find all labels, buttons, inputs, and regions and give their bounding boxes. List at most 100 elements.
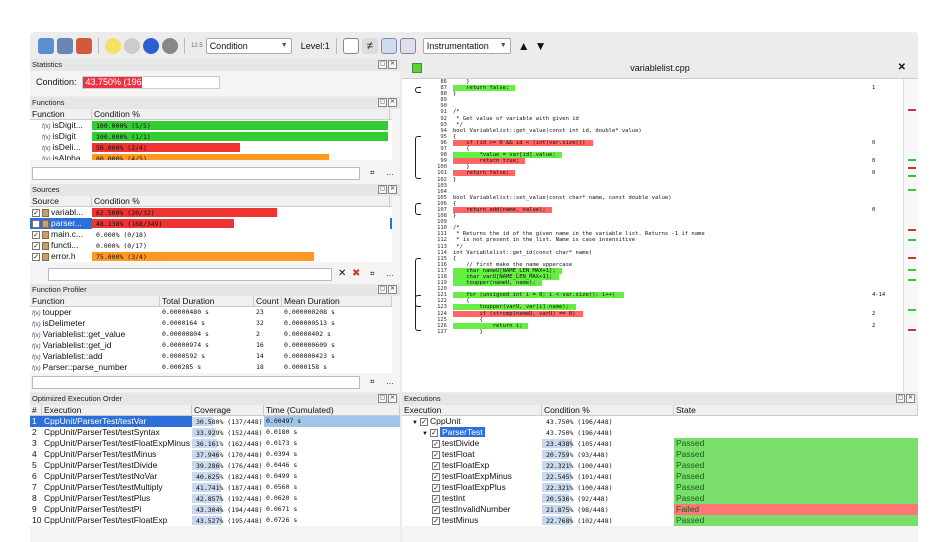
nok-icon[interactable] bbox=[162, 37, 178, 54]
fold-bracket[interactable] bbox=[415, 135, 421, 179]
function-column-header[interactable]: Function bbox=[30, 109, 92, 119]
no-comment-icon[interactable] bbox=[124, 37, 140, 54]
profiler-filter-input[interactable] bbox=[32, 376, 360, 389]
table-row[interactable]: 1 CppUnit/ParserTest/testVar 30.580% (137/… bbox=[30, 416, 400, 427]
tree-item[interactable]: ✓ testDivide 23.438% (105/448) Passed bbox=[402, 438, 918, 449]
checkbox[interactable]: ✓ bbox=[432, 461, 440, 470]
table-row[interactable]: f(x) Variablelist::get_id 0.00000974 s 16 0.… bbox=[30, 340, 392, 351]
chevron-down-icon[interactable]: ▼ bbox=[422, 431, 428, 437]
list-item[interactable]: ✓ parser... 48.138% (168/349) bbox=[30, 218, 392, 229]
compare-icon[interactable] bbox=[380, 37, 397, 54]
float-icon[interactable]: ▢ bbox=[378, 185, 387, 194]
total-duration-column-header[interactable]: Total Duration bbox=[160, 296, 254, 306]
checkbox[interactable]: ✓ bbox=[432, 516, 440, 525]
execution-column-header[interactable]: Execution bbox=[42, 405, 192, 415]
checkbox[interactable]: ✓ bbox=[419, 417, 428, 426]
code-view[interactable]: 86 } 87 return false; 1 88} 89 90 91/* 92 * Get… bbox=[413, 79, 903, 392]
source-column-header[interactable]: Source bbox=[30, 196, 92, 206]
checkbox[interactable]: ✓ bbox=[432, 483, 440, 492]
fold-bracket[interactable] bbox=[415, 87, 421, 94]
table-row[interactable]: 10 CppUnit/ParserTest/testFloatExp 43.527%… bbox=[30, 515, 400, 526]
count-column-header[interactable]: Count bbox=[254, 296, 282, 306]
mean-duration-column-header[interactable]: Mean Duration bbox=[282, 296, 392, 306]
float-icon[interactable]: ▢ bbox=[378, 394, 387, 403]
ok-icon[interactable] bbox=[143, 37, 159, 54]
checkbox[interactable]: ✓ bbox=[432, 450, 440, 459]
checkbox[interactable]: ✓ bbox=[32, 230, 40, 239]
table-row[interactable]: 8 CppUnit/ParserTest/testPlus 42.857% (192… bbox=[30, 493, 400, 504]
save-icon[interactable] bbox=[76, 37, 92, 54]
tree-item[interactable]: ✓ testFloatExpPlus 22.321% (100/448) Passed bbox=[402, 482, 918, 493]
chevron-down-icon[interactable]: ▼ bbox=[412, 420, 418, 426]
table-row[interactable]: 5 CppUnit/ParserTest/testDivide 39.286% (1… bbox=[30, 460, 400, 471]
list-item[interactable]: f(x) isAlpha 80.000% (4/5) bbox=[30, 153, 392, 160]
execution-column-header[interactable]: Execution bbox=[402, 405, 542, 415]
filter-icon[interactable]: ⌗ bbox=[370, 269, 375, 279]
table-row[interactable]: 3 CppUnit/ParserTest/testFloatExpMinus 36.… bbox=[30, 438, 400, 449]
checkbox[interactable]: ✓ bbox=[32, 219, 40, 228]
comment-icon[interactable] bbox=[105, 37, 121, 54]
checkbox[interactable]: ✓ bbox=[32, 208, 40, 217]
state-column-header[interactable]: State bbox=[674, 405, 918, 415]
list-item[interactable]: f(x) isDigit... 100.000% (5/5) bbox=[30, 120, 392, 131]
close-icon[interactable]: ✕ bbox=[898, 62, 906, 73]
tree-item[interactable]: ✓ testFloat 20.759% (93/448) Passed bbox=[402, 449, 918, 460]
tree-item[interactable]: ✓ testInvalidNumber 21.875% (98/448) Failed bbox=[402, 504, 918, 515]
tree-item[interactable]: ▼ ✓ ParserTest 43.750% (196/448) bbox=[402, 427, 918, 438]
float-icon[interactable]: ▢ bbox=[896, 394, 905, 403]
function-column-header[interactable]: Function bbox=[30, 296, 160, 306]
metric-select[interactable]: Condition ▼ bbox=[205, 37, 292, 54]
checkbox[interactable]: ✓ bbox=[429, 428, 438, 437]
arrow-down-icon[interactable]: ▼ bbox=[535, 39, 547, 53]
close-icon[interactable]: ✕ bbox=[388, 185, 397, 194]
checkbox[interactable]: ✓ bbox=[32, 252, 40, 261]
not-equal-icon[interactable]: ≠ bbox=[361, 37, 378, 54]
more-icon[interactable]: … bbox=[386, 377, 394, 386]
list-item[interactable]: ✓ main.c... 0.000% (0/18) bbox=[30, 229, 392, 240]
filter-icon[interactable]: ⌗ bbox=[370, 168, 375, 178]
find-icon[interactable] bbox=[399, 37, 416, 54]
clear-all-icon[interactable]: ✖ bbox=[352, 268, 360, 279]
close-icon[interactable]: ✕ bbox=[388, 285, 397, 294]
number-column-header[interactable]: # bbox=[30, 405, 42, 415]
list-item[interactable]: ✓ error.h 75.000% (3/4) bbox=[30, 251, 392, 262]
more-icon[interactable]: … bbox=[386, 269, 394, 278]
open-folder-icon[interactable] bbox=[38, 37, 54, 54]
condition-column-header[interactable]: Condition % bbox=[92, 109, 390, 119]
tree-item[interactable]: ✓ testMinus 22.768% (102/448) Passed bbox=[402, 515, 918, 526]
checkbox[interactable]: ✓ bbox=[432, 472, 440, 481]
float-icon[interactable]: ▢ bbox=[378, 98, 387, 107]
condition-column-header[interactable]: Condition % bbox=[92, 196, 390, 206]
list-item[interactable]: ✓ variabl... 62.500% (20/32) bbox=[30, 207, 392, 218]
float-icon[interactable]: ▢ bbox=[378, 60, 387, 69]
more-icon[interactable]: … bbox=[386, 168, 394, 177]
condition-column-header[interactable]: Condition % bbox=[542, 405, 674, 415]
list-item[interactable]: ✓ functi... 0.000% (0/17) bbox=[30, 240, 392, 251]
close-icon[interactable]: ✕ bbox=[906, 394, 915, 403]
checkbox[interactable]: ✓ bbox=[432, 439, 440, 448]
table-row[interactable]: f(x) Variablelist::get_value 0.00000804 s2… bbox=[30, 329, 392, 340]
close-icon[interactable]: ✕ bbox=[388, 98, 397, 107]
float-icon[interactable]: ▢ bbox=[378, 285, 387, 294]
list-item[interactable]: f(x) isDigit 100.000% (1/1) bbox=[30, 131, 392, 142]
tree-item[interactable]: ✓ testInt 20.536% (92/448) Passed bbox=[402, 493, 918, 504]
table-row[interactable]: f(x) Variablelist::add 0.0000592 s 14 0.0000… bbox=[30, 351, 392, 362]
checkbox[interactable]: ✓ bbox=[32, 241, 40, 250]
filter-icon[interactable]: ⌗ bbox=[370, 377, 375, 387]
delete-icon[interactable] bbox=[57, 37, 73, 54]
editor-scrollbar[interactable] bbox=[903, 79, 918, 392]
close-icon[interactable]: ✕ bbox=[388, 60, 397, 69]
table-row[interactable]: 4 CppUnit/ParserTest/testMinus 37.946% (17… bbox=[30, 449, 400, 460]
time-column-header[interactable]: Time (Cumulated) bbox=[264, 405, 400, 415]
fold-bracket[interactable] bbox=[415, 294, 421, 307]
checkbox[interactable]: ✓ bbox=[432, 494, 440, 503]
window-icon[interactable] bbox=[342, 37, 359, 54]
coverage-column-header[interactable]: Coverage bbox=[192, 405, 264, 415]
list-item[interactable]: f(x) isDeli... 50.000% (2/4) bbox=[30, 142, 392, 153]
table-row[interactable]: f(x) isDelimeter 0.0000164 s 32 0.000000513 … bbox=[30, 318, 392, 329]
instrumentation-select[interactable]: Instrumentation ▼ bbox=[422, 37, 511, 54]
clear-filter-icon[interactable]: ✕ bbox=[338, 268, 346, 279]
table-row[interactable]: 6 CppUnit/ParserTest/testNoVar 40.625% (18… bbox=[30, 471, 400, 482]
table-row[interactable]: 9 CppUnit/ParserTest/testPi 43.304% (194/4… bbox=[30, 504, 400, 515]
functions-filter-input[interactable] bbox=[32, 167, 360, 180]
